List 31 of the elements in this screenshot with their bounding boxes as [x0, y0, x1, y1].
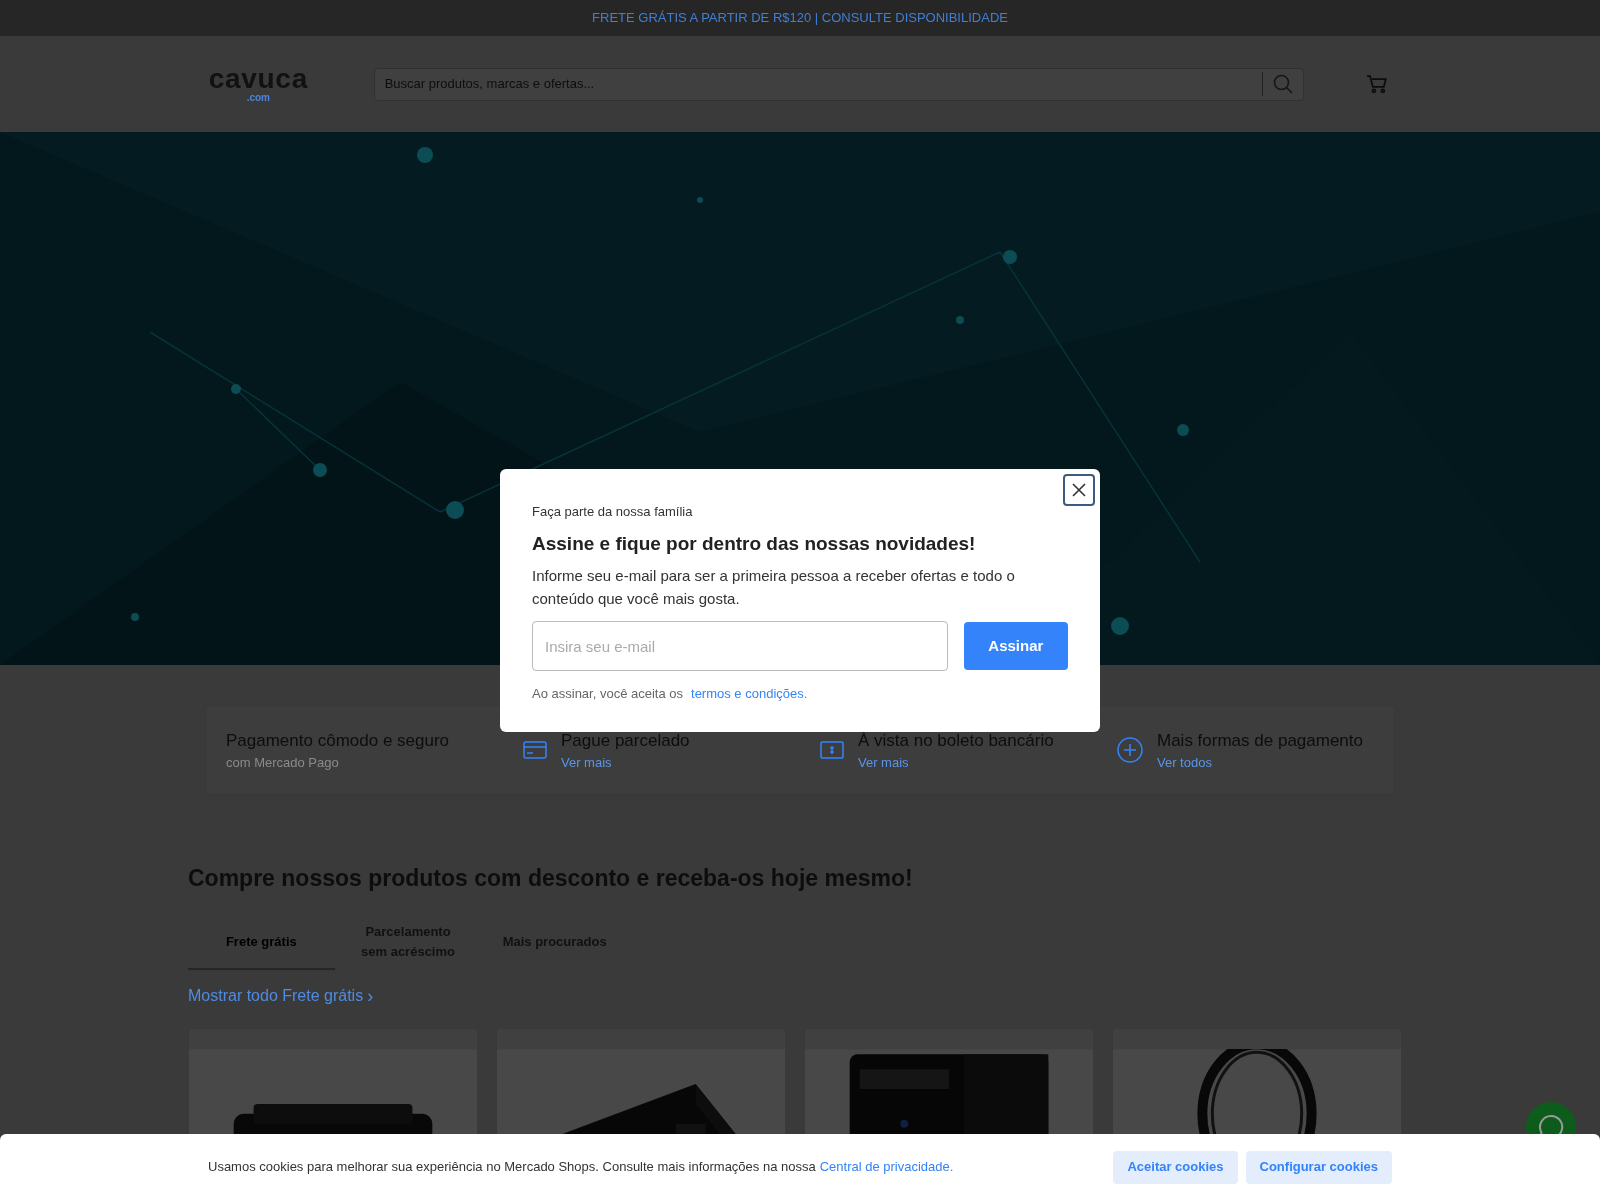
- product-card[interactable]: [804, 1027, 1094, 1135]
- cookie-button[interactable]: Aceitar cookies: [1113, 1150, 1238, 1184]
- product-card[interactable]: [496, 1027, 786, 1135]
- product-card[interactable]: [188, 1027, 478, 1135]
- benefit-subtitle: com Mercado Pago: [226, 754, 340, 772]
- subscribe-button[interactable]: Assinar: [963, 622, 1068, 670]
- product-card[interactable]: [1112, 1027, 1402, 1135]
- cookie-button[interactable]: Configurar cookies: [1245, 1150, 1392, 1184]
- cookie-text: Usamos cookies para melhorar sua experiência no Mercado Shops. Consulte mais informações na nossa: [208, 1158, 816, 1177]
- benefit-link[interactable]: Ver todos: [1157, 753, 1212, 773]
- search-icon[interactable]: [1273, 74, 1294, 94]
- terms-link[interactable]: termos e condições.: [691, 684, 808, 704]
- announcement-text: FRETE GRÁTIS A PARTIR DE R$120 | CONSULTE DISPONIBILIDADE: [592, 9, 1008, 28]
- benefit-link[interactable]: Ver mais: [858, 753, 909, 773]
- email-field[interactable]: Insira seu e-mail: [532, 621, 948, 671]
- chevron-text: ›: [367, 984, 374, 1008]
- dialog-title: Assine e fique por dentro das nossas novidades!: [532, 531, 977, 556]
- logo-suffix: .com: [246, 93, 270, 103]
- dialog-text: Informe seu e-mail para ser a primeira pessoa a receber ofertas e todo o conteúdo que você mais gosta.: [532, 566, 1016, 609]
- close-button[interactable]: [1063, 474, 1095, 506]
- show-all-link[interactable]: Mostrar todo Frete grátis ›: [188, 982, 374, 1010]
- plus-circle-icon: [1117, 737, 1143, 763]
- cart-icon[interactable]: [1366, 74, 1388, 94]
- cash-icon: [820, 741, 844, 759]
- terms-text: Ao assinar, você aceita os: [532, 685, 684, 703]
- close-icon: [1072, 483, 1086, 497]
- credit-card-icon: [523, 741, 547, 759]
- privacy-link[interactable]: Central de privacidade.: [819, 1157, 954, 1177]
- filter-tab[interactable]: Frete grátis: [188, 915, 335, 970]
- benefit-link[interactable]: Ver mais: [561, 753, 612, 773]
- dialog-eyebrow: Faça parte da nossa família: [532, 503, 694, 521]
